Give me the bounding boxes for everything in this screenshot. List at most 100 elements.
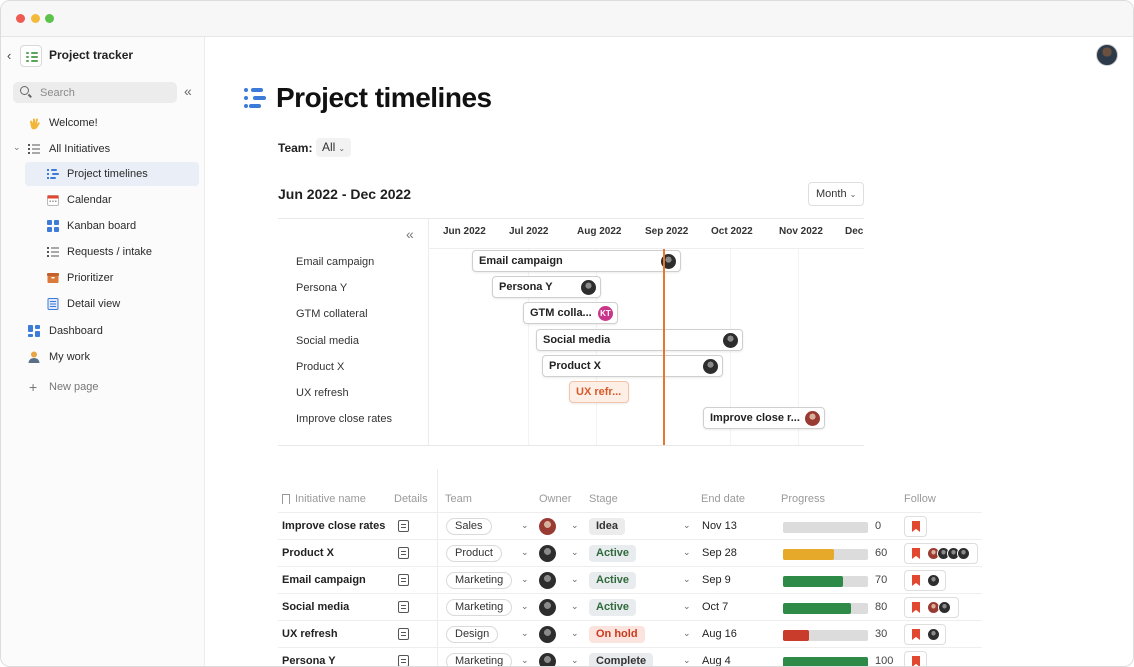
sidebar-item-welcome[interactable]: Welcome! — [1, 111, 205, 135]
table-row[interactable]: Persona Y Marketing ⌄ ⌄ Complete ⌄ Aug 4… — [278, 647, 982, 666]
sidebar-item-kanban-board[interactable]: Kanban board — [1, 214, 205, 238]
column-header-follow[interactable]: Follow — [904, 493, 936, 505]
initiative-name[interactable]: Persona Y — [282, 655, 336, 666]
chevron-down-icon[interactable]: ⌄ — [571, 655, 579, 666]
end-date[interactable]: Sep 9 — [702, 574, 731, 586]
timeline-bar[interactable]: Persona Y — [492, 276, 601, 298]
avatar[interactable] — [539, 518, 556, 535]
follow-button[interactable] — [904, 651, 927, 666]
timeline-bar[interactable]: GTM colla... KT — [523, 302, 618, 324]
chevron-down-icon[interactable]: ⌄ — [571, 520, 579, 531]
column-header-end-date[interactable]: End date — [701, 493, 745, 505]
column-header-details[interactable]: Details — [394, 493, 428, 505]
avatar[interactable] — [539, 545, 556, 562]
maximize-window-button[interactable] — [45, 14, 54, 23]
chevron-down-icon[interactable]: ⌄ — [683, 628, 691, 639]
end-date[interactable]: Sep 28 — [702, 547, 737, 559]
follow-button[interactable] — [904, 543, 978, 564]
chevron-down-icon[interactable]: ⌄ — [13, 142, 21, 153]
chevron-down-icon[interactable]: ⌄ — [683, 601, 691, 612]
sidebar-item-my-work[interactable]: My work — [1, 345, 205, 369]
avatar[interactable] — [539, 653, 556, 666]
sidebar-item-project-timelines[interactable]: Project timelines — [25, 162, 199, 186]
initiative-name[interactable]: Improve close rates — [282, 520, 385, 532]
stage-badge[interactable]: On hold — [589, 626, 645, 643]
avatar[interactable] — [539, 599, 556, 616]
stage-badge[interactable]: Active — [589, 545, 637, 562]
team-pill[interactable]: Sales — [446, 518, 492, 535]
sidebar-item-dashboard[interactable]: Dashboard — [1, 319, 205, 343]
team-filter-select[interactable]: All ⌄ — [316, 138, 352, 157]
search-input[interactable] — [40, 84, 170, 101]
sidebar-item-prioritizer[interactable]: Prioritizer — [1, 266, 205, 290]
column-header-name[interactable]: Initiative name — [295, 493, 366, 505]
table-row[interactable]: Social media Marketing ⌄ ⌄ Active ⌄ Oct … — [278, 593, 982, 620]
zoom-select[interactable]: Month ⌄ — [808, 182, 864, 206]
end-date[interactable]: Oct 7 — [702, 601, 728, 613]
avatar[interactable] — [539, 626, 556, 643]
search-box[interactable] — [13, 82, 177, 103]
column-header-owner[interactable]: Owner — [539, 493, 571, 505]
chevron-down-icon[interactable]: ⌄ — [521, 547, 529, 558]
team-pill[interactable]: Marketing — [446, 572, 513, 589]
table-row[interactable]: Product X Product ⌄ ⌄ Active ⌄ Sep 28 60 — [278, 539, 982, 566]
column-header-stage[interactable]: Stage — [589, 493, 618, 505]
stage-badge[interactable]: Active — [589, 572, 637, 589]
chevron-down-icon[interactable]: ⌄ — [521, 655, 529, 666]
team-pill[interactable]: Design — [446, 626, 499, 643]
details-icon[interactable] — [398, 628, 409, 640]
team-pill[interactable]: Marketing — [446, 599, 513, 616]
follow-button[interactable] — [904, 624, 946, 645]
sidebar-item-detail-view[interactable]: Detail view — [1, 292, 205, 316]
chevron-down-icon[interactable]: ⌄ — [571, 601, 579, 612]
stage-badge[interactable]: Idea — [589, 518, 626, 535]
chevron-down-icon[interactable]: ⌄ — [521, 628, 529, 639]
user-avatar[interactable] — [1096, 44, 1118, 66]
sidebar-item-calendar[interactable]: Calendar — [1, 188, 205, 212]
table-row[interactable]: Email campaign Marketing ⌄ ⌄ Active ⌄ Se… — [278, 566, 982, 593]
follow-button[interactable] — [904, 597, 959, 618]
details-icon[interactable] — [398, 520, 409, 532]
details-icon[interactable] — [398, 547, 409, 559]
chevron-down-icon[interactable]: ⌄ — [571, 547, 579, 558]
collapse-labels-icon[interactable]: « — [406, 226, 414, 242]
initiative-name[interactable]: Product X — [282, 547, 334, 559]
timeline-bar[interactable]: Product X — [542, 355, 723, 377]
column-header-progress[interactable]: Progress — [781, 493, 825, 505]
table-row[interactable]: Improve close rates Sales ⌄ ⌄ Idea ⌄ Nov… — [278, 512, 982, 539]
team-pill[interactable]: Product — [446, 545, 502, 562]
timeline-bar[interactable]: UX refr... — [569, 381, 629, 403]
back-arrow-icon[interactable]: ‹ — [7, 48, 11, 63]
end-date[interactable]: Nov 13 — [702, 520, 737, 532]
chevron-down-icon[interactable]: ⌄ — [521, 601, 529, 612]
stage-badge[interactable]: Active — [589, 599, 637, 616]
chevron-down-icon[interactable]: ⌄ — [521, 520, 529, 531]
initiative-name[interactable]: UX refresh — [282, 628, 338, 640]
timeline-bar[interactable]: Social media — [536, 329, 743, 351]
follow-button[interactable] — [904, 516, 927, 537]
table-row[interactable]: UX refresh Design ⌄ ⌄ On hold ⌄ Aug 16 3… — [278, 620, 982, 647]
sidebar-item-requests-intake[interactable]: Requests / intake — [1, 240, 205, 264]
close-window-button[interactable] — [16, 14, 25, 23]
timeline-bar[interactable]: Email campaign — [472, 250, 681, 272]
column-header-team[interactable]: Team — [445, 493, 472, 505]
stage-badge[interactable]: Complete — [589, 653, 654, 666]
details-icon[interactable] — [398, 574, 409, 586]
initiative-name[interactable]: Social media — [282, 601, 349, 613]
chevron-down-icon[interactable]: ⌄ — [571, 574, 579, 585]
details-icon[interactable] — [398, 601, 409, 613]
doc-title[interactable]: Project tracker — [49, 48, 133, 62]
chevron-down-icon[interactable]: ⌄ — [683, 655, 691, 666]
minimize-window-button[interactable] — [31, 14, 40, 23]
chevron-down-icon[interactable]: ⌄ — [683, 574, 691, 585]
timeline-bar[interactable]: Improve close r... — [703, 407, 825, 429]
end-date[interactable]: Aug 16 — [702, 628, 737, 640]
chevron-down-icon[interactable]: ⌄ — [571, 628, 579, 639]
collapse-sidebar-icon[interactable]: « — [184, 83, 192, 99]
team-pill[interactable]: Marketing — [446, 653, 513, 666]
initiative-name[interactable]: Email campaign — [282, 574, 366, 586]
chevron-down-icon[interactable]: ⌄ — [683, 547, 691, 558]
chevron-down-icon[interactable]: ⌄ — [521, 574, 529, 585]
chevron-down-icon[interactable]: ⌄ — [683, 520, 691, 531]
new-page-button[interactable]: + New page — [1, 375, 205, 399]
